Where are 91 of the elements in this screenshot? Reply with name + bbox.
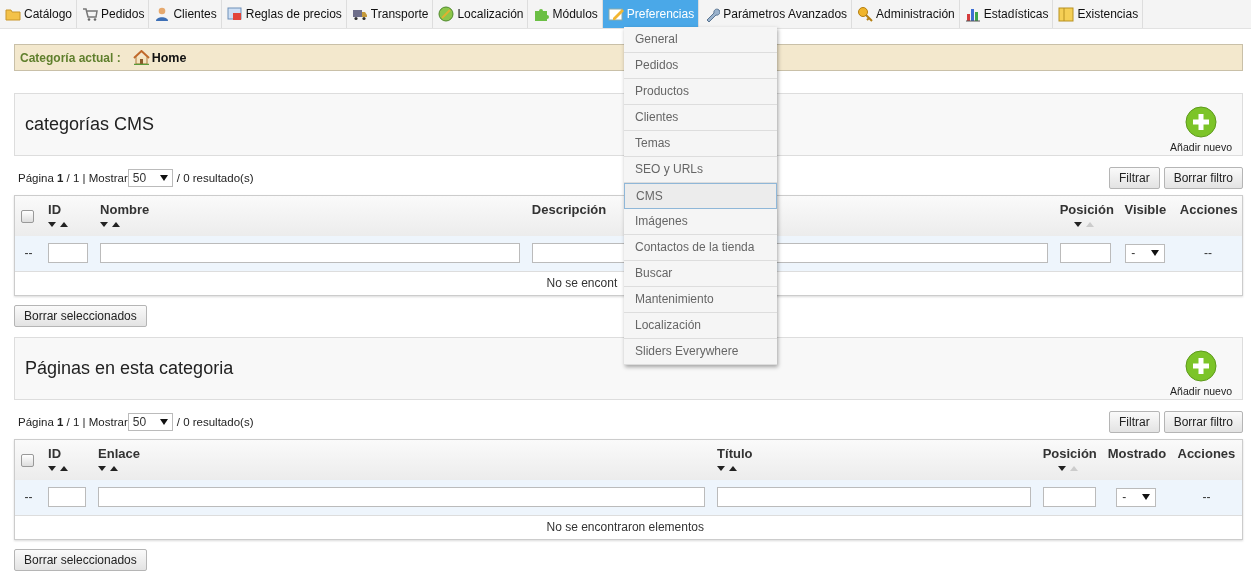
pagination-text: Página 1 / 1 | Mostrar [18, 172, 128, 184]
plus-icon [1185, 350, 1218, 382]
filter-field[interactable] [1042, 487, 1096, 508]
column-header: Posición [1042, 446, 1097, 461]
add-new-button[interactable]: Añadir nuevo [1170, 340, 1232, 397]
placeholder-dash: -- [24, 490, 33, 505]
filter-button[interactable]: Borrar filtro [1163, 167, 1243, 189]
section-title: categorías CMS [25, 114, 155, 135]
cart-icon [82, 6, 99, 22]
filter-select[interactable]: - [1116, 487, 1157, 507]
result-count: / 0 resultado(s) [176, 172, 254, 184]
menu-item[interactable]: Mantenimiento [624, 287, 777, 313]
checkbox[interactable] [21, 210, 34, 223]
column-header: Mostrado [1107, 446, 1167, 461]
person-icon [154, 6, 171, 22]
nav-tab[interactable]: Localización [433, 0, 529, 28]
sort-arrows-icon[interactable] [48, 465, 71, 472]
sort-arrows-icon[interactable] [100, 221, 123, 228]
breadcrumb-label: Categoría actual : [20, 50, 121, 65]
menu-item[interactable]: Imágenes [624, 209, 777, 235]
checkbox[interactable] [21, 454, 34, 467]
nav-tab[interactable]: Transporte [346, 0, 434, 28]
filter-field[interactable] [48, 243, 89, 264]
column-header: Acciones [1179, 202, 1238, 217]
placeholder-dash: -- [24, 246, 33, 261]
filter-button[interactable]: Borrar filtro [1163, 411, 1243, 433]
menu-item[interactable]: Contactos de la tienda [624, 235, 777, 261]
column-header: Posición [1059, 202, 1114, 217]
column-header: Enlace [98, 446, 141, 461]
filter-field[interactable] [48, 487, 87, 508]
house-icon [132, 50, 150, 65]
filter-field[interactable] [717, 487, 1031, 508]
wrench-icon [704, 6, 721, 22]
nav-tab[interactable]: Administración [852, 0, 960, 28]
folder-icon [5, 6, 21, 22]
nav-tab[interactable]: Clientes [149, 0, 222, 28]
dropdown-arrow-icon [1142, 494, 1151, 501]
filter-button[interactable]: Filtrar [1109, 411, 1160, 433]
menu-item[interactable]: Pedidos [624, 53, 777, 79]
pagination-text: Página 1 / 1 | Mostrar [18, 416, 128, 428]
filter-field[interactable] [98, 487, 706, 508]
nav-tab[interactable]: Catálogo [0, 0, 78, 28]
box-icon [1058, 6, 1075, 22]
empty-message: No se encont [546, 276, 619, 291]
placeholder-dash: -- [1203, 246, 1212, 261]
notepad-icon [607, 6, 624, 22]
empty-message: No se encontraron elementos [546, 520, 705, 535]
filter-button[interactable]: Filtrar [1109, 167, 1160, 189]
menu-item[interactable]: CMS [624, 183, 777, 209]
result-count: / 0 resultado(s) [176, 416, 254, 428]
menu-item[interactable]: General [624, 27, 777, 53]
key-icon [857, 6, 874, 22]
nav-tab[interactable]: Módulos [528, 0, 603, 28]
sort-arrows-icon[interactable] [98, 465, 121, 472]
column-header: ID [48, 202, 62, 217]
nav-tab[interactable]: Reglas de precios [221, 0, 347, 28]
filter-select[interactable]: - [1125, 243, 1166, 263]
delete-selected-button[interactable]: Borrar seleccionados [14, 305, 147, 327]
filter-field[interactable] [1059, 243, 1111, 264]
menu-item[interactable]: Buscar [624, 261, 777, 287]
menu-item[interactable]: Productos [624, 79, 777, 105]
section-title: Páginas en esta categoria [25, 358, 234, 379]
menu-item[interactable]: Sliders Everywhere [624, 339, 777, 365]
column-header: Descripción [531, 202, 607, 217]
menu-item[interactable]: Temas [624, 131, 777, 157]
breadcrumb-link[interactable]: Home [151, 50, 187, 65]
column-header: Título [717, 446, 753, 461]
menu-item[interactable]: Clientes [624, 105, 777, 131]
column-header: Acciones [1177, 446, 1236, 461]
column-header: Nombre [100, 202, 150, 217]
add-new-button[interactable]: Añadir nuevo [1170, 96, 1232, 153]
column-header: Visible [1124, 202, 1167, 217]
dropdown-arrow-icon [159, 419, 168, 425]
sort-arrows-icon[interactable] [48, 221, 71, 228]
per-page-select[interactable]: 50 [127, 169, 173, 187]
puzzle-icon [533, 6, 550, 22]
column-header: ID [48, 446, 62, 461]
nav-tab[interactable]: Pedidos [77, 0, 150, 28]
per-page-select[interactable]: 50 [127, 413, 173, 431]
bar-chart-icon [964, 6, 981, 22]
nav-tab[interactable]: Estadísticas [959, 0, 1054, 28]
globe-icon [438, 6, 455, 22]
delete-selected-button[interactable]: Borrar seleccionados [14, 549, 147, 571]
dropdown-arrow-icon [159, 175, 168, 181]
dropdown-arrow-icon [1151, 250, 1160, 257]
nav-tab[interactable]: Existencias [1053, 0, 1144, 28]
placeholder-dash: -- [1202, 490, 1211, 505]
plus-icon [1185, 106, 1218, 138]
menu-item[interactable]: Localización [624, 313, 777, 339]
filter-field[interactable] [100, 243, 520, 264]
sort-arrows-icon[interactable] [717, 465, 740, 472]
